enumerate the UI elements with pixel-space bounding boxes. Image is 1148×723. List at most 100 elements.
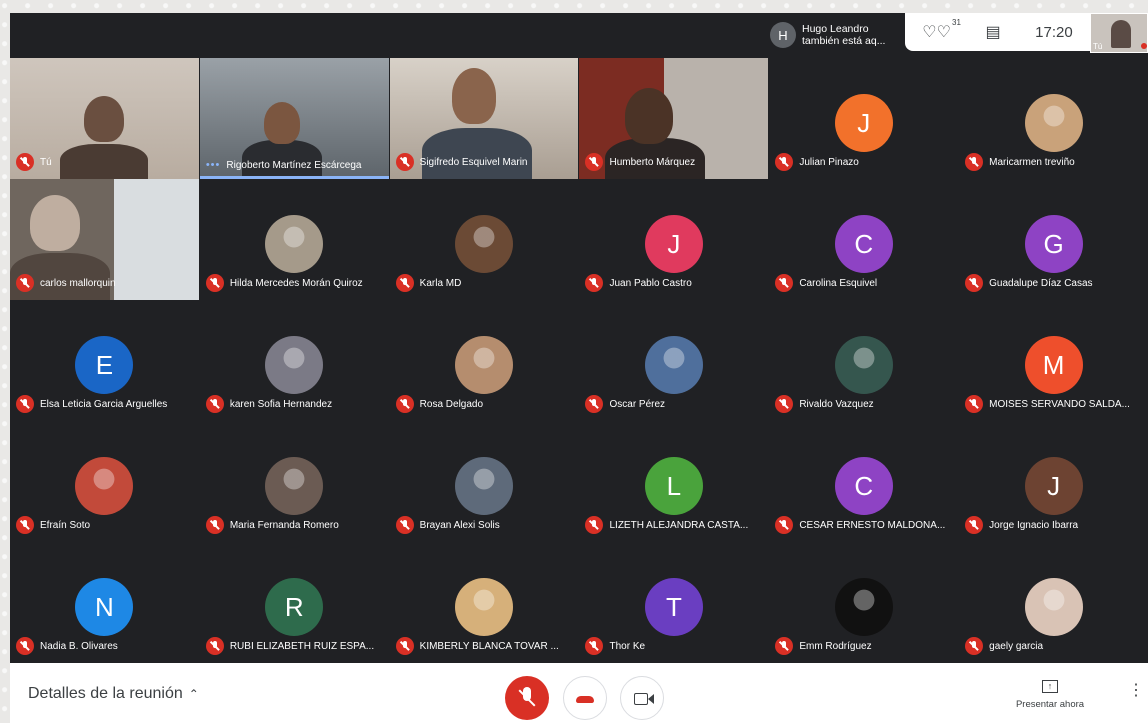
meeting-details-label: Detalles de la reunión (28, 685, 183, 702)
participant-tile[interactable]: Sigifredo Esquivel Marin (389, 58, 579, 179)
participant-tile[interactable]: Rosa Delgado (389, 300, 579, 421)
more-vert-icon: ⋮ (1128, 682, 1144, 699)
mic-muted-icon (585, 637, 604, 655)
present-screen-icon: ↑ (1042, 680, 1058, 693)
participant-tile[interactable]: L LIZETH ALEJANDRA CASTA... (579, 421, 769, 542)
participant-tile[interactable]: J Juan Pablo Castro (579, 179, 769, 300)
participants-button[interactable]: ♡♡ 31 (922, 18, 961, 42)
participant-name: Tú (40, 156, 52, 168)
chat-button[interactable]: ▤ (986, 22, 1001, 42)
participant-label: karen Sofia Hernandez (205, 395, 385, 413)
participant-tile[interactable]: E Elsa Leticia Garcia Arguelles (10, 300, 199, 421)
participant-label: Jorge Ignacio Ibarra (965, 516, 1144, 534)
participant-label: Juan Pablo Castro (585, 274, 764, 292)
meet-window: H Hugo Leandro también está aq... ♡♡ 31 … (10, 13, 1148, 723)
mic-muted-icon (775, 516, 794, 534)
participant-name: Julian Pinazo (799, 156, 859, 168)
participant-name: Guadalupe Díaz Casas (989, 277, 1093, 289)
avatar-photo (455, 578, 514, 636)
participant-label: Tú (16, 153, 195, 171)
avatar-initial: J (1024, 457, 1083, 515)
mic-muted-icon (395, 637, 414, 655)
participant-name: carlos mallorquin (40, 277, 116, 289)
participant-label: Guadalupe Díaz Casas (965, 274, 1144, 292)
participant-tile[interactable]: Emm Rodríguez (769, 542, 959, 663)
participant-tile[interactable]: Brayan Alexi Solis (389, 421, 579, 542)
join-notification[interactable]: H Hugo Leandro también está aq... (770, 16, 910, 54)
present-now-label: Presentar ahora (1015, 699, 1085, 710)
participant-tile[interactable]: J Julian Pinazo (769, 58, 959, 179)
clock: 17:20 (1035, 23, 1073, 41)
mic-muted-icon (965, 637, 984, 655)
participant-tile[interactable]: gaely garcia (959, 542, 1148, 663)
participant-name: Humberto Márquez (609, 156, 696, 168)
more-options-button[interactable]: ⋮ (1128, 683, 1144, 699)
mic-muted-icon (16, 395, 34, 413)
participant-tile[interactable]: Maria Fernanda Romero (199, 421, 389, 542)
participant-tile[interactable]: J Jorge Ignacio Ibarra (959, 421, 1148, 542)
camera-toggle-button[interactable] (620, 676, 664, 720)
participant-label: Maricarmen treviño (965, 153, 1144, 171)
participant-tile[interactable]: karen Sofia Hernandez (199, 300, 389, 421)
avatar-photo (455, 336, 514, 394)
participant-tile[interactable]: Oscar Pérez (579, 300, 769, 421)
participant-tile[interactable]: R RUBI ELIZABETH RUIZ ESPA... (199, 542, 389, 663)
participant-name: Oscar Pérez (609, 398, 666, 410)
participant-tile[interactable]: T Thor Ke (579, 542, 769, 663)
microphone-toggle-button[interactable] (505, 676, 549, 720)
participant-name: Thor Ke (609, 640, 646, 652)
notification-name: Hugo Leandro (802, 23, 869, 35)
bottom-bar: Detalles de la reunión ⌃ ↑ Presentar ahor… (10, 663, 1148, 723)
chevron-up-icon: ⌃ (188, 687, 199, 701)
mic-muted-icon (965, 274, 984, 292)
participant-tile[interactable]: Karla MD (389, 179, 579, 300)
participant-tile[interactable]: Rivaldo Vazquez (769, 300, 959, 421)
mic-muted-icon (205, 274, 224, 292)
participant-tile[interactable]: Efraín Soto (10, 421, 199, 542)
participant-label: KIMBERLY BLANCA TOVAR ... (395, 637, 575, 655)
participant-label: Brayan Alexi Solis (395, 516, 575, 534)
leave-call-button[interactable] (563, 676, 607, 720)
avatar-initial: C (834, 215, 893, 273)
participant-name: Carolina Esquivel (799, 277, 878, 289)
present-now-button[interactable]: ↑ Presentar ahora (1005, 680, 1095, 710)
participant-tile[interactable]: Hilda Mercedes Morán Quiroz (199, 179, 389, 300)
participant-tile[interactable]: C Carolina Esquivel (769, 179, 959, 300)
participant-tile[interactable]: carlos mallorquin (10, 179, 199, 300)
speaking-dots-icon: ••• (205, 159, 221, 171)
participant-tile[interactable]: G Guadalupe Díaz Casas (959, 179, 1148, 300)
participant-label: Maria Fernanda Romero (205, 516, 385, 534)
participant-tile[interactable]: Humberto Márquez (579, 58, 769, 179)
participant-label: Oscar Pérez (585, 395, 764, 413)
muted-dot-icon (1141, 43, 1147, 49)
participant-name: Sigifredo Esquivel Marin (419, 156, 528, 168)
participant-tile[interactable]: M MOISES SERVANDO SALDA... (959, 300, 1148, 421)
self-preview[interactable]: Tú (1090, 13, 1148, 53)
mic-muted-icon (395, 516, 414, 534)
participant-name: Maria Fernanda Romero (229, 519, 339, 531)
people-icon: ♡♡ (922, 24, 951, 41)
participant-label: Emm Rodríguez (775, 637, 954, 655)
participant-label: Elsa Leticia Garcia Arguelles (16, 395, 195, 413)
avatar-initial: J (644, 215, 703, 273)
participant-name: MOISES SERVANDO SALDA... (989, 398, 1130, 410)
participant-label: Carolina Esquivel (775, 274, 954, 292)
participant-tile[interactable]: KIMBERLY BLANCA TOVAR ... (389, 542, 579, 663)
hang-up-icon (576, 696, 594, 703)
participants-count: 31 (952, 18, 961, 27)
participant-tile[interactable]: N Nadia B. Olivares (10, 542, 199, 663)
participant-tile[interactable]: Maricarmen treviño (959, 58, 1148, 179)
participant-tile[interactable]: ••• Rigoberto Martínez Escárcega (199, 58, 389, 179)
mic-muted-icon (395, 153, 414, 171)
participant-name: Rosa Delgado (419, 398, 484, 410)
participant-name: karen Sofia Hernandez (229, 398, 333, 410)
participant-tile[interactable]: C CESAR ERNESTO MALDONA... (769, 421, 959, 542)
participant-label: Humberto Márquez (585, 153, 764, 171)
participant-name: CESAR ERNESTO MALDONA... (799, 519, 946, 531)
participant-label: gaely garcia (965, 637, 1144, 655)
meeting-details-button[interactable]: Detalles de la reunión ⌃ (28, 685, 199, 703)
participant-name: Hilda Mercedes Morán Quiroz (229, 277, 363, 289)
notification-avatar: H (770, 22, 796, 48)
avatar-initial: M (1024, 336, 1083, 394)
participant-tile[interactable]: Tú (10, 58, 199, 179)
